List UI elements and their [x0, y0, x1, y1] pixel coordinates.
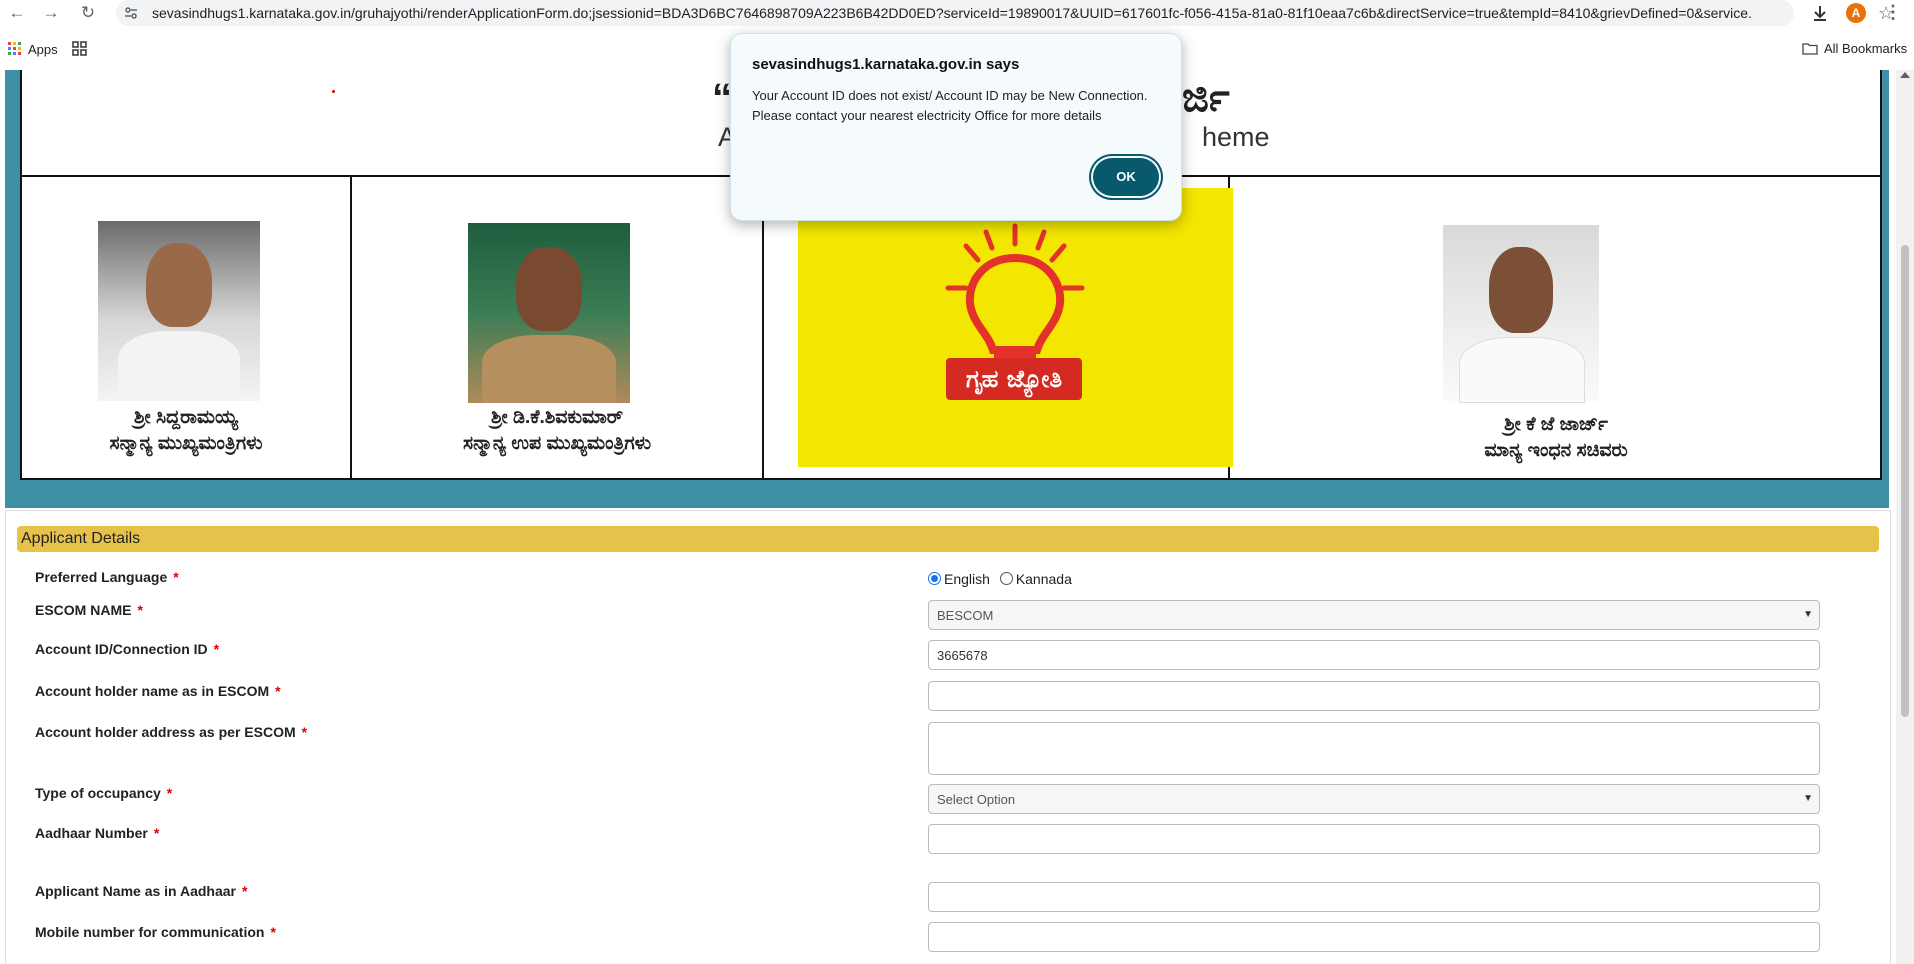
ok-button[interactable]: OK — [1093, 158, 1159, 196]
download-icon[interactable] — [1810, 3, 1830, 23]
mobile-label: Mobile number for communication * — [35, 924, 276, 940]
holder-address-textarea[interactable] — [928, 722, 1820, 775]
apps-grid-icon[interactable] — [8, 42, 22, 56]
applicant-name-label: Applicant Name as in Aadhaar * — [35, 883, 248, 899]
scroll-thumb[interactable] — [1901, 245, 1909, 717]
folder-icon — [1802, 43, 1818, 55]
minister-name: ಶ್ರೀ ಕೆ ಜೆ ಜಾರ್ಜ್ — [1504, 414, 1608, 435]
alert-dialog: sevasindhugs1.karnataka.gov.in says Your… — [730, 33, 1182, 221]
minister-caption: ಶ್ರೀ ಕೆ ಜೆ ಜಾರ್ಜ್ ಮಾನ್ಯ ಇಂಧನ ಸಚಿವರು — [1230, 412, 1882, 464]
holder-address-label: Account holder address as per ESCOM * — [35, 724, 308, 740]
account-id-label: Account ID/Connection ID * — [35, 641, 220, 657]
radio-kannada[interactable] — [999, 572, 1013, 585]
language-radio-group: English Kannada — [928, 571, 1072, 587]
all-bookmarks-label: All Bookmarks — [1824, 41, 1908, 56]
minister-photo — [1443, 225, 1599, 403]
all-bookmarks[interactable]: All Bookmarks — [1802, 41, 1907, 56]
cm-role: ಸನ್ಮಾನ್ಯ ಮುಖ್ಯಮಂತ್ರಿಗಳು — [109, 433, 263, 454]
occupancy-label: Type of occupancy * — [35, 785, 173, 801]
escom-select[interactable]: BESCOM ▼ — [928, 600, 1820, 630]
gruha-jyothi-logo: ಗೃಹ ಜ್ಯೋತಿ — [798, 188, 1233, 467]
dcm-role: ಸನ್ಮಾನ್ಯ ಉಪ ಮುಖ್ಯಮಂತ್ರಿಗಳು — [462, 433, 652, 454]
aadhaar-label: Aadhaar Number * — [35, 825, 160, 841]
site-info-icon[interactable] — [124, 6, 138, 20]
occupancy-select[interactable]: Select Option ▼ — [928, 784, 1820, 814]
dialog-message-line2: Please contact your nearest electricity … — [752, 108, 1102, 123]
radio-english-label[interactable]: English — [944, 571, 990, 587]
scroll-up-icon[interactable] — [1900, 72, 1910, 78]
address-bar[interactable]: sevasindhugs1.karnataka.gov.in/gruhajyot… — [116, 0, 1894, 26]
red-dot — [332, 90, 335, 93]
forward-arrow-icon[interactable]: → — [40, 2, 62, 24]
apps-shortcut[interactable]: Apps — [28, 42, 58, 57]
profile-avatar[interactable]: A — [1846, 3, 1866, 23]
section-header: Applicant Details — [17, 526, 1879, 552]
dcm-caption: ಶ್ರೀ ಡಿ.ಕೆ.ಶಿವಕುಮಾರ್ ಸನ್ಮಾನ್ಯ ಉಪ ಮುಖ್ಯಮಂ… — [352, 405, 762, 457]
dialog-message-line1: Your Account ID does not exist/ Account … — [752, 88, 1148, 103]
section-title: Applicant Details — [21, 530, 141, 547]
dcm-photo — [468, 223, 630, 403]
browser-toolbar: ← → ↻ sevasindhugs1.karnataka.gov.in/gru… — [0, 0, 1914, 26]
banner-subtitle-right: heme — [1202, 122, 1270, 152]
cm-photo — [98, 221, 260, 401]
mobile-input[interactable] — [928, 922, 1820, 952]
dialog-title: sevasindhugs1.karnataka.gov.in says — [752, 56, 1020, 73]
radio-kannada-label[interactable]: Kannada — [1016, 571, 1072, 587]
chevron-down-icon: ▼ — [1803, 609, 1813, 620]
dialog-message: Your Account ID does not exist/ Account … — [752, 86, 1162, 126]
holder-name-input[interactable] — [928, 681, 1820, 711]
preferred-language-label: Preferred Language * — [35, 569, 179, 585]
person-card-dcm: ಶ್ರೀ ಡಿ.ಕೆ.ಶಿವಕುಮಾರ್ ಸನ್ಮಾನ್ಯ ಉಪ ಮುಖ್ಯಮಂ… — [352, 177, 764, 478]
page-scrollbar[interactable] — [1896, 70, 1914, 964]
minister-role: ಮಾನ್ಯ ಇಂಧನ ಸಚಿವರು — [1484, 440, 1628, 461]
more-menu-icon[interactable]: ⋮ — [1884, 2, 1902, 23]
chevron-down-icon: ▼ — [1803, 793, 1813, 804]
banner-title-right: ರ್ಜಿ — [1182, 76, 1230, 120]
escom-name-label: ESCOM NAME * — [35, 602, 143, 618]
logo-text: ಗೃಹ ಜ್ಯೋತಿ — [966, 365, 1062, 398]
aadhaar-input[interactable] — [928, 824, 1820, 854]
tab-groups-icon[interactable] — [72, 41, 88, 57]
cm-name: ಶ್ರೀ ಸಿದ್ದರಾಮಯ್ಯ — [134, 407, 238, 428]
url-text[interactable]: sevasindhugs1.karnataka.gov.in/gruhajyot… — [152, 5, 1752, 21]
person-card-cm: ಶ್ರೀ ಸಿದ್ದರಾಮಯ್ಯ ಸನ್ಮಾನ್ಯ ಮುಖ್ಯಮಂತ್ರಿಗಳು — [22, 177, 352, 478]
cm-caption: ಶ್ರೀ ಸಿದ್ದರಾಮಯ್ಯ ಸನ್ಮಾನ್ಯ ಮುಖ್ಯಮಂತ್ರಿಗಳು — [22, 405, 350, 457]
holder-name-label: Account holder name as in ESCOM * — [35, 683, 281, 699]
account-id-input[interactable]: 3665678 — [928, 640, 1820, 670]
back-arrow-icon[interactable]: ← — [6, 2, 28, 24]
reload-icon[interactable]: ↻ — [77, 2, 99, 24]
applicant-name-input[interactable] — [928, 882, 1820, 912]
person-card-minister: ಶ್ರೀ ಕೆ ಜೆ ಜಾರ್ಜ್ ಮಾನ್ಯ ಇಂಧನ ಸಚಿವರು — [1230, 177, 1882, 478]
radio-english[interactable] — [928, 572, 941, 585]
bulb-icon: ಗೃಹ ಜ್ಯೋತಿ — [945, 223, 1085, 400]
dcm-name: ಶ್ರೀ ಡಿ.ಕೆ.ಶಿವಕುಮಾರ್ — [490, 407, 624, 428]
